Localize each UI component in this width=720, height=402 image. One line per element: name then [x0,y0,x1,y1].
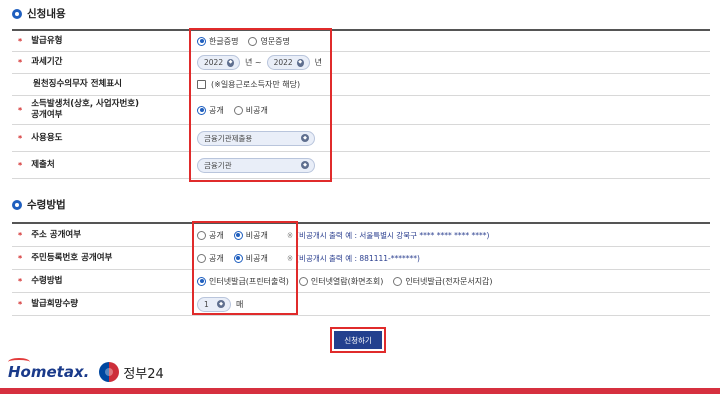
section-title-application: 신청내용 [12,6,66,21]
row-usage: * 사용용도 금융기관제출용 ◆ [12,125,710,152]
select-arrow-icon: ◆ [227,58,234,67]
withholding-note: (※일용근로소득자만 해당) [211,80,301,89]
select-arrow-icon: ◆ [301,134,309,142]
select-period-from[interactable]: 2022 ◆ [197,55,240,70]
radio-rrn-private[interactable]: 비공개 [233,253,268,264]
apply-button[interactable]: 신청하기 [334,331,382,349]
row-tax-period: * 과세기간 2022 ◆ 년 ~ 2022 ◆ 년 [12,52,710,74]
row-withholding: 원천징수의무자 전체표시 (※일용근로소득자만 해당) [12,74,710,96]
label-withholding: 원천징수의무자 전체표시 [33,79,122,89]
receive-form: * 주소 공개여부 공개 비공개 ※ (비공개시 출력 예 : 서울특별시 강북구 … [12,222,710,316]
footer-logos: Hometax. 정부24 [8,358,164,382]
section-title-text: 수령방법 [27,199,66,211]
section-bullet-icon [12,199,22,210]
hometax-logo: Hometax. [8,358,90,381]
application-form: * 발급유형 한글증명 영문증명 * 과세기간 2022 ◆ 년 ~ 2022 ◆ 년 … [12,29,710,179]
row-address-disclosure: * 주소 공개여부 공개 비공개 ※ (비공개시 출력 예 : 서울특별시 강북구 … [12,224,710,247]
label-issue-type: 발급유형 [31,35,63,46]
section-bullet-icon [12,8,22,19]
footer-bar [0,388,720,394]
radio-korean-cert[interactable]: 한글증명 [197,36,238,47]
count-unit: 매 [236,299,244,309]
radio-english-cert[interactable]: 영문증명 [248,36,290,47]
row-receive-method: * 수령방법 인터넷발급(프린터출력) 인터넷열람(화면조회) 인터넷발급(전자문… [12,270,710,293]
radio-disclose-public[interactable]: 공개 [197,105,224,116]
gov24-logo: 정부24 [99,362,164,382]
row-issue-type: * 발급유형 한글증명 영문증명 [12,31,710,52]
highlight-box-submit: 신청하기 [330,327,386,353]
label-address: 주소 공개여부 [31,229,82,240]
label-disclosure-line2: 공개여부 [31,110,63,120]
radio-receive-print[interactable]: 인터넷발급(프린터출력) [197,276,289,287]
select-submit-to[interactable]: 금융기관 ◆ [197,157,315,173]
checkbox-withholding[interactable] [197,80,206,89]
label-disclosure-line1: 소득발생처(상호, 사업자번호) [31,99,139,109]
select-usage[interactable]: 금융기관제출용 ◆ [197,130,315,146]
radio-address-public[interactable]: 공개 [197,230,224,241]
radio-rrn-public[interactable]: 공개 [197,253,224,264]
select-issue-count[interactable]: 1 ◆ [197,296,231,312]
rrn-note: ※ (비공개시 출력 예 : 881111-*******) [286,253,420,263]
period-from-suffix: 년 ~ [245,58,262,67]
address-note: ※ (비공개시 출력 예 : 서울특별시 강북구 **** **** **** *… [286,230,490,240]
period-to-suffix: 년 [314,58,322,67]
select-arrow-icon: ◆ [217,300,225,308]
row-rrn-disclosure: * 주민등록번호 공개여부 공개 비공개 ※ (비공개시 출력 예 : 881111… [12,247,710,270]
government-emblem-icon [99,362,120,382]
label-count: 발급희망수량 [31,298,79,309]
label-rrn: 주민등록번호 공개여부 [31,252,113,263]
row-issue-count: * 발급희망수량 1 ◆ 매 [12,293,710,316]
section-title-receive: 수령방법 [12,197,66,212]
radio-receive-view[interactable]: 인터넷열람(화면조회) [298,276,383,287]
section-title-text: 신청내용 [27,8,66,20]
label-tax-period: 과세기간 [31,57,63,67]
radio-disclose-private[interactable]: 비공개 [233,105,268,116]
label-usage: 사용용도 [31,132,63,143]
label-receive: 수령방법 [31,275,63,286]
select-arrow-icon: ◆ [301,161,309,169]
row-income-disclosure: * 소득발생처(상호, 사업자번호) 공개여부 공개 비공개 [12,96,710,125]
label-submit-to: 제출처 [31,159,55,170]
radio-receive-wallet[interactable]: 인터넷발급(전자문서지갑) [393,276,493,287]
radio-address-private[interactable]: 비공개 [233,230,268,241]
select-period-to[interactable]: 2022 ◆ [266,55,310,70]
row-submit-to: * 제출처 금융기관 ◆ [12,152,710,179]
select-arrow-icon: ◆ [296,58,304,67]
